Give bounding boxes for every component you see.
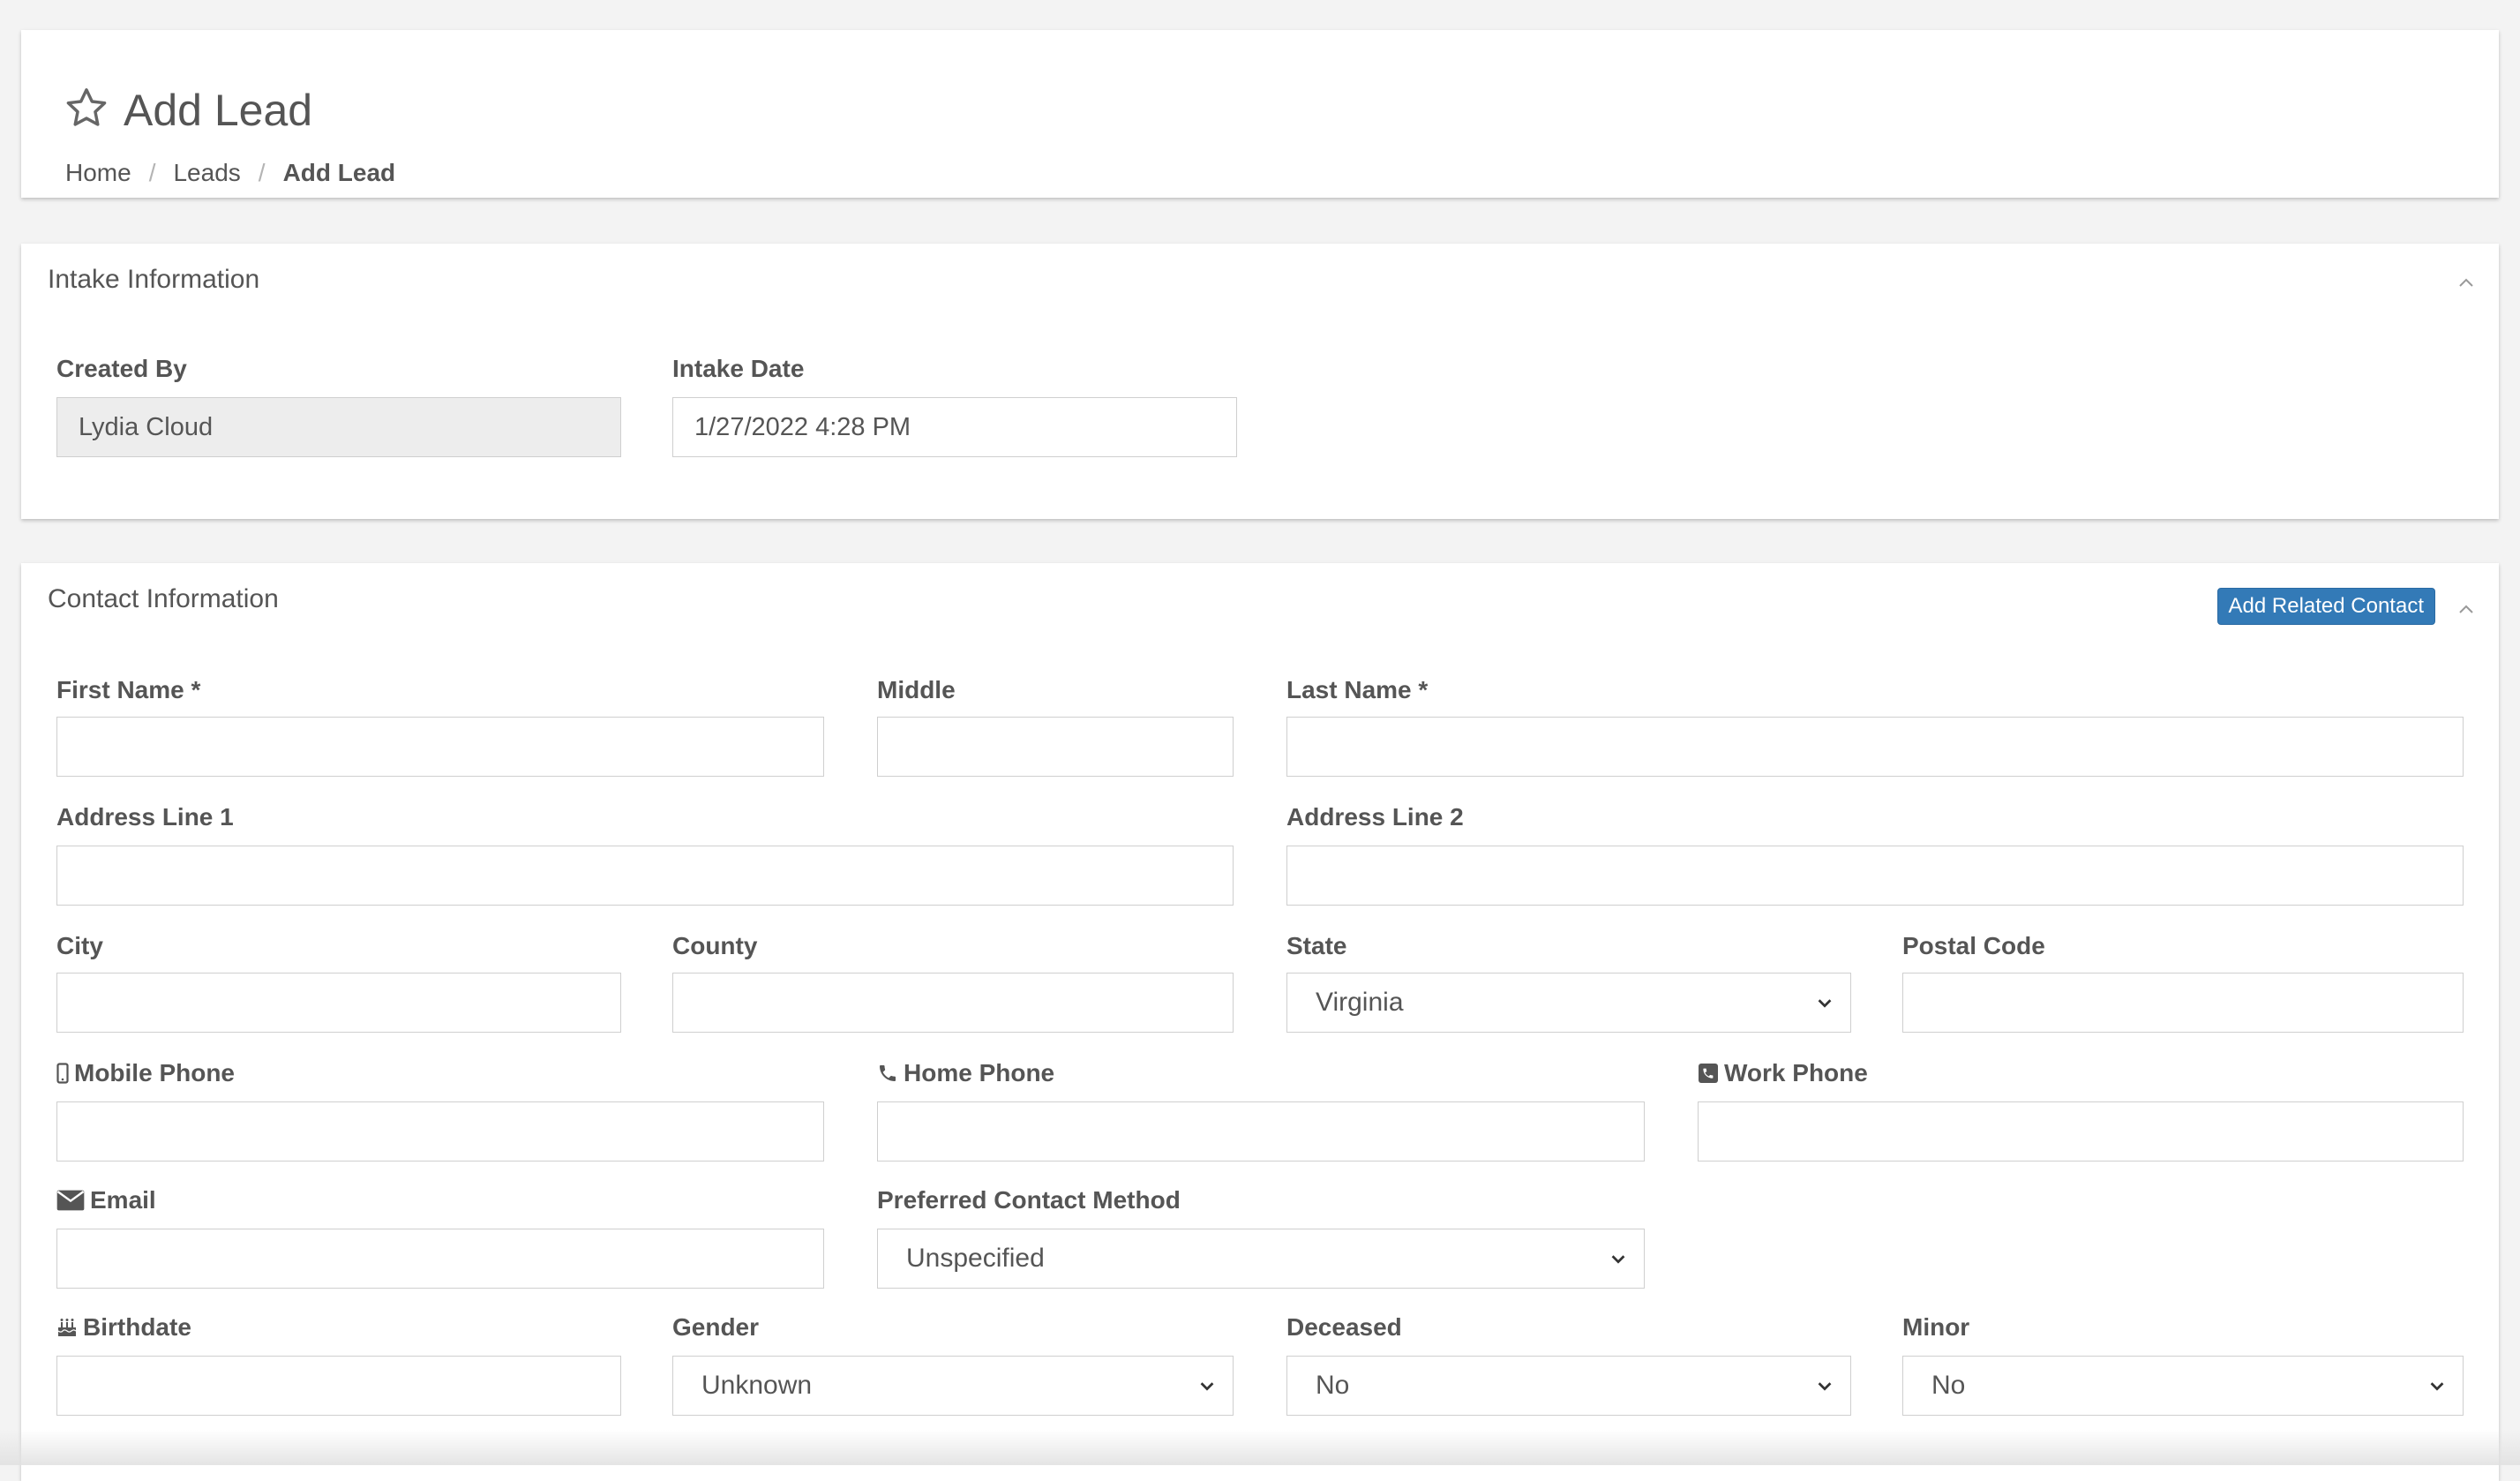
state-select-value: Virginia <box>1316 988 1404 1017</box>
envelope-icon <box>56 1190 85 1211</box>
mobile-phone-icon <box>56 1063 69 1084</box>
breadcrumb-leads[interactable]: Leads <box>173 159 240 187</box>
add-related-contact-button[interactable]: Add Related Contact <box>2216 588 2435 625</box>
postal-code-label: Postal Code <box>1902 932 2045 959</box>
email-field[interactable] <box>56 1229 824 1289</box>
city-field[interactable] <box>56 973 621 1033</box>
chevron-down-icon <box>1818 999 1832 1008</box>
breadcrumb-current: Add Lead <box>282 159 396 186</box>
work-phone-label-text: Work Phone <box>1724 1059 1868 1086</box>
city-label: City <box>56 932 103 959</box>
home-phone-label-text: Home Phone <box>904 1059 1055 1086</box>
breadcrumb-home[interactable]: Home <box>65 159 131 187</box>
breadcrumb-separator: / <box>258 159 266 186</box>
address-line2-field[interactable] <box>1286 846 2464 906</box>
home-phone-field[interactable] <box>877 1101 1645 1161</box>
middle-label: Middle <box>877 676 956 703</box>
minor-select[interactable]: No <box>1902 1356 2464 1416</box>
work-phone-field[interactable] <box>1698 1101 2464 1161</box>
last-name-field[interactable] <box>1286 717 2464 777</box>
intake-section-title: Intake Information <box>48 265 260 294</box>
deceased-label: Deceased <box>1286 1313 1402 1341</box>
gender-select[interactable]: Unknown <box>672 1356 1234 1416</box>
birthday-cake-icon <box>57 1319 77 1336</box>
state-select[interactable]: Virginia <box>1286 973 1851 1033</box>
work-phone-label: Work Phone <box>1698 1059 1868 1087</box>
intake-date-label: Intake Date <box>672 355 805 382</box>
email-label-text: Email <box>90 1186 156 1214</box>
middle-name-field[interactable] <box>877 717 1234 777</box>
postal-code-field[interactable] <box>1902 973 2464 1033</box>
chevron-down-icon <box>1818 1382 1832 1391</box>
intake-date-field[interactable] <box>672 397 1237 457</box>
preferred-contact-select[interactable]: Unspecified <box>877 1229 1645 1289</box>
breadcrumb-separator: / <box>148 159 156 186</box>
intake-information-panel: Intake Information Created By Intake Dat… <box>21 244 2499 519</box>
gender-label: Gender <box>672 1313 760 1341</box>
minor-select-value: No <box>1931 1371 1966 1400</box>
breadcrumb: Home / Leads / Add Lead <box>65 159 395 187</box>
county-field[interactable] <box>672 973 1234 1033</box>
last-name-label: Last Name * <box>1286 676 1429 703</box>
county-label: County <box>672 932 758 959</box>
phone-icon <box>880 1065 896 1081</box>
first-name-field[interactable] <box>56 717 824 777</box>
state-label: State <box>1286 932 1347 959</box>
chevron-down-icon <box>1611 1255 1625 1264</box>
mobile-phone-label-text: Mobile Phone <box>74 1059 235 1086</box>
address-line1-field[interactable] <box>56 846 1234 906</box>
address-line1-label: Address Line 1 <box>56 803 234 831</box>
contact-section-title: Contact Information <box>48 584 279 613</box>
chevron-up-icon[interactable] <box>2453 270 2479 297</box>
deceased-select-value: No <box>1316 1371 1350 1400</box>
home-phone-label: Home Phone <box>877 1059 1054 1087</box>
birthdate-field[interactable] <box>56 1356 621 1416</box>
preferred-contact-label: Preferred Contact Method <box>877 1186 1181 1214</box>
deceased-select[interactable]: No <box>1286 1356 1851 1416</box>
minor-label: Minor <box>1902 1313 1970 1341</box>
page-header: Add Lead Home / Leads / Add Lead <box>21 30 2499 198</box>
phone-square-icon <box>1699 1064 1718 1083</box>
star-icon[interactable] <box>64 86 124 136</box>
chevron-down-icon <box>2430 1382 2444 1391</box>
contact-information-panel: Contact Information Add Related Contact … <box>21 563 2499 1481</box>
gender-select-value: Unknown <box>701 1371 813 1400</box>
email-label: Email <box>56 1186 156 1214</box>
preferred-contact-select-value: Unspecified <box>906 1244 1045 1273</box>
created-by-field <box>56 397 621 457</box>
mobile-phone-label: Mobile Phone <box>56 1059 235 1087</box>
page-title-text: Add Lead <box>124 86 313 135</box>
chevron-up-icon[interactable] <box>2453 597 2479 623</box>
birthdate-label-text: Birthdate <box>83 1313 191 1341</box>
created-by-label: Created By <box>56 355 187 382</box>
mobile-phone-field[interactable] <box>56 1101 824 1161</box>
page-title: Add Lead <box>64 85 312 136</box>
first-name-label: First Name * <box>56 676 201 703</box>
chevron-down-icon <box>1200 1382 1214 1391</box>
birthdate-label: Birthdate <box>56 1313 191 1342</box>
address-line2-label: Address Line 2 <box>1286 803 1464 831</box>
